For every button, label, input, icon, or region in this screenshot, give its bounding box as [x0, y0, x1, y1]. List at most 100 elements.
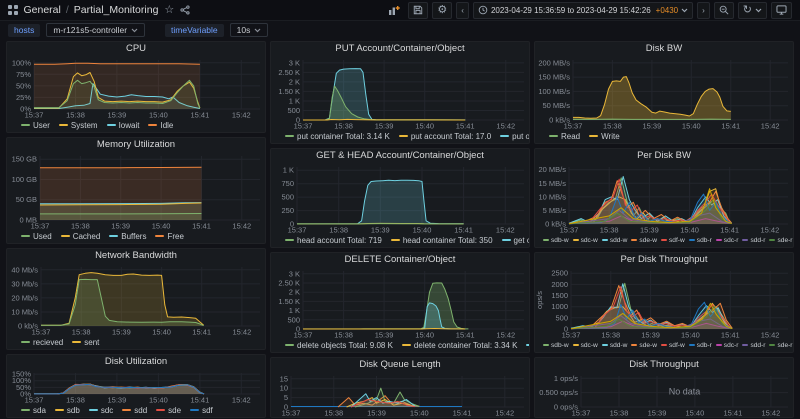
per-disk-throughput-chart[interactable]: 15:3715:3815:3915:4015:4115:420500100015…: [535, 266, 793, 339]
legend-item[interactable]: sdc-r: [716, 342, 739, 349]
legend-item[interactable]: Read: [549, 132, 580, 141]
cpu-chart[interactable]: 15:3715:3815:3915:4015:4115:420%25%50%75…: [7, 55, 265, 119]
legend-item[interactable]: sde-r: [769, 237, 792, 244]
chart-canvas[interactable]: 15:3715:3815:3915:4015:4115:420250500750…: [271, 162, 529, 234]
disk-bw-chart[interactable]: 15:3715:3815:3915:4015:4115:420 kB/s50 M…: [535, 55, 793, 130]
legend-item[interactable]: sdf-w: [661, 342, 685, 349]
legend-item[interactable]: sdb: [55, 406, 80, 415]
refresh-button[interactable]: ↻: [738, 2, 767, 19]
legend-item[interactable]: Idle: [148, 121, 173, 130]
breadcrumb-page-title[interactable]: Partial_Monitoring: [74, 4, 159, 16]
legend-item[interactable]: sdd-w: [602, 342, 628, 349]
legend-item[interactable]: sdc-r: [716, 237, 739, 244]
legend-item[interactable]: sdc-w: [573, 342, 598, 349]
legend-item[interactable]: System: [59, 121, 98, 130]
share-icon[interactable]: [180, 5, 190, 15]
legend-item[interactable]: sdb-r: [689, 342, 712, 349]
panel-title[interactable]: Disk Utilization: [7, 355, 265, 368]
legend-item[interactable]: sde: [156, 406, 181, 415]
legend-item[interactable]: Iowait: [107, 121, 140, 130]
legend-item[interactable]: delete container Total: 3.34 K: [402, 341, 517, 350]
panel-title[interactable]: PUT Account/Container/Object: [271, 42, 529, 55]
legend-item[interactable]: sdc: [89, 406, 113, 415]
time-shift-back-button[interactable]: ‹: [456, 2, 469, 19]
get-head-chart[interactable]: 15:3715:3815:3915:4015:4115:420250500750…: [271, 162, 529, 234]
legend-item[interactable]: put object Total: 12.0 K: [500, 132, 529, 141]
svg-text:15:38: 15:38: [72, 328, 91, 337]
panel-title[interactable]: Network Bandwidth: [7, 249, 265, 262]
svg-text:15:39: 15:39: [643, 122, 662, 131]
time-shift-forward-button[interactable]: ›: [697, 2, 710, 19]
chart-canvas[interactable]: 15:3715:3815:3915:4015:4115:42051015: [271, 371, 529, 417]
legend-item[interactable]: sent: [72, 338, 99, 347]
disk-utilization-chart[interactable]: 15:3715:3815:3915:4015:4115:420%50%100%1…: [7, 368, 265, 404]
legend-item[interactable]: sdd-w: [602, 237, 628, 244]
chart-canvas[interactable]: 15:3715:3815:3915:4015:4115:4205001 K1.5…: [271, 55, 529, 130]
legend-item[interactable]: sde-r: [769, 342, 792, 349]
legend-item[interactable]: sdd: [122, 406, 147, 415]
per-disk-bw-chart[interactable]: 15:3715:3815:3915:4015:4115:420 kB/s5 MB…: [535, 162, 793, 234]
chart-canvas[interactable]: 15:3715:3815:3915:4015:4115:420 kb/s10 M…: [7, 262, 265, 336]
legend-item[interactable]: recieved: [21, 338, 63, 347]
legend-item[interactable]: sde-w: [631, 342, 657, 349]
legend-item[interactable]: sdf-w: [661, 237, 685, 244]
kiosk-mode-button[interactable]: [771, 2, 792, 19]
legend-item[interactable]: sde-w: [631, 237, 657, 244]
legend-item[interactable]: delete containers Total: 3.04 K: [526, 341, 529, 350]
chart-canvas[interactable]: 15:3715:3815:3915:4015:4115:420 kB/s50 M…: [535, 55, 793, 130]
legend-item[interactable]: Buffers: [109, 232, 146, 241]
legend-series-color: [55, 409, 64, 411]
variable-select-hosts[interactable]: m-r121s5-controller: [46, 23, 145, 37]
legend-item[interactable]: sdb-w: [543, 342, 569, 349]
legend-item[interactable]: sdd-r: [742, 342, 765, 349]
legend-item[interactable]: User: [21, 121, 50, 130]
panel-title[interactable]: Memory Utilization: [7, 138, 265, 151]
legend-item[interactable]: Used: [21, 232, 52, 241]
add-panel-button[interactable]: [384, 3, 404, 18]
legend-item[interactable]: put account Total: 17.0: [399, 132, 491, 141]
chart-canvas[interactable]: 15:3715:3815:3915:4015:4115:420 MB50 GB1…: [7, 151, 265, 230]
disk-queue-chart[interactable]: 15:3715:3815:3915:4015:4115:42051015: [271, 371, 529, 417]
legend-item[interactable]: Write: [589, 132, 620, 141]
breadcrumb-section[interactable]: General: [24, 4, 61, 16]
legend-item[interactable]: sdd-r: [742, 237, 765, 244]
panel-title[interactable]: Disk BW: [535, 42, 793, 55]
legend-item[interactable]: put container Total: 3.14 K: [285, 132, 390, 141]
legend-item[interactable]: head account Total: 719: [285, 236, 382, 245]
panel-title[interactable]: Disk Throughput: [535, 358, 793, 371]
put-chart[interactable]: 15:3715:3815:3915:4015:4115:4205001 K1.5…: [271, 55, 529, 130]
network-chart[interactable]: 15:3715:3815:3915:4015:4115:420 kb/s10 M…: [7, 262, 265, 336]
disk-throughput-chart[interactable]: 15:3715:3815:3915:4015:4115:420 ops/s0.5…: [535, 371, 793, 417]
chart-canvas[interactable]: 15:3715:3815:3915:4015:4115:420 ops/s0.5…: [535, 371, 793, 417]
chart-canvas[interactable]: 15:3715:3815:3915:4015:4115:420500100015…: [535, 266, 793, 339]
legend-item[interactable]: sdf: [190, 406, 213, 415]
chart-canvas[interactable]: 15:3715:3815:3915:4015:4115:420%50%100%1…: [7, 368, 265, 404]
panel-title[interactable]: DELETE Container/Object: [271, 253, 529, 266]
chart-canvas[interactable]: 15:3715:3815:3915:4015:4115:4205001 K1.5…: [271, 266, 529, 339]
chart-canvas[interactable]: 15:3715:3815:3915:4015:4115:420%25%50%75…: [7, 55, 265, 119]
panel-title[interactable]: Per Disk Throughput: [535, 253, 793, 266]
delete-chart[interactable]: 15:3715:3815:3915:4015:4115:4205001 K1.5…: [271, 266, 529, 339]
dashboard-settings-button[interactable]: ⚙: [432, 2, 452, 19]
legend-item[interactable]: Free: [155, 232, 183, 241]
legend-item[interactable]: get object Total: 9.08 K: [502, 236, 529, 245]
panel-title[interactable]: GET & HEAD Account/Container/Object: [271, 149, 529, 162]
legend-item[interactable]: sdb-r: [689, 237, 712, 244]
save-dashboard-button[interactable]: [408, 2, 428, 19]
chart-canvas[interactable]: 15:3715:3815:3915:4015:4115:420 kB/s5 MB…: [535, 162, 793, 234]
panel-title[interactable]: Per Disk BW: [535, 149, 793, 162]
memory-chart[interactable]: 15:3715:3815:3915:4015:4115:420 MB50 GB1…: [7, 151, 265, 230]
variable-select-timevariable[interactable]: 10s: [230, 23, 269, 37]
panel-title[interactable]: Disk Queue Length: [271, 358, 529, 371]
legend-item[interactable]: sdb-w: [543, 237, 569, 244]
star-icon[interactable]: ☆: [164, 5, 174, 16]
time-range-picker[interactable]: 2023-04-29 15:36:59 to 2023-04-29 15:42:…: [473, 2, 693, 19]
zoom-out-time-button[interactable]: [714, 2, 734, 19]
legend-item[interactable]: head container Total: 350: [391, 236, 493, 245]
dashboards-grid-icon[interactable]: [8, 5, 18, 15]
panel-title[interactable]: CPU: [7, 42, 265, 55]
legend-item[interactable]: sda: [21, 406, 46, 415]
legend-item[interactable]: sdc-w: [573, 237, 598, 244]
legend-item[interactable]: Cached: [61, 232, 101, 241]
legend-item[interactable]: delete objects Total: 9.08 K: [285, 341, 393, 350]
